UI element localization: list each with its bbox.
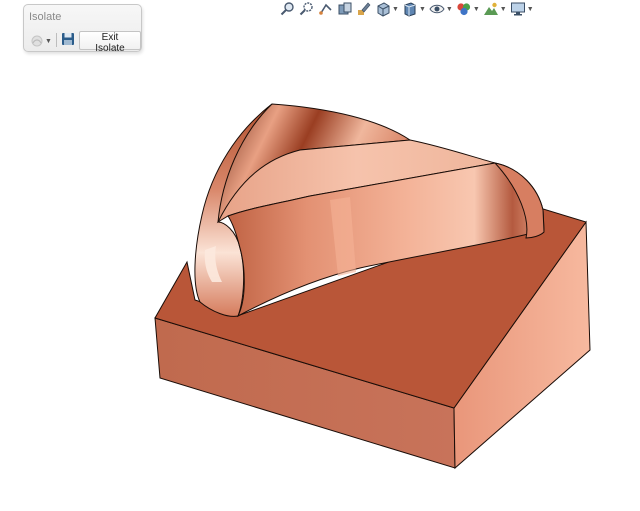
apply-scene-icon (483, 2, 498, 15)
isolate-panel-title: Isolate (29, 11, 62, 23)
hide-show-items-button[interactable]: ▼ (429, 1, 453, 17)
zoom-to-area-button[interactable] (299, 1, 315, 17)
previous-view-icon (319, 3, 332, 15)
exit-isolate-button[interactable]: Exit Isolate (79, 31, 141, 54)
dynamic-annotation-icon (358, 2, 371, 15)
isolate-panel: Isolate ▼ Exit Isolate (23, 4, 142, 54)
section-view-button[interactable] (337, 1, 353, 17)
model-part[interactable] (0, 0, 640, 506)
zoom-to-fit-button[interactable] (280, 1, 296, 17)
chevron-down-icon: ▼ (418, 5, 426, 13)
view-orientation-icon (377, 2, 390, 17)
graphics-viewport[interactable] (0, 0, 640, 506)
zoom-to-area-icon (299, 2, 313, 16)
display-style-button[interactable]: ▼ (402, 1, 426, 17)
section-view-icon (338, 2, 352, 15)
chevron-down-icon: ▼ (445, 5, 453, 13)
hide-show-items-icon (429, 4, 445, 14)
edit-appearance-icon (457, 3, 470, 16)
zoom-to-fit-icon (280, 2, 294, 16)
view-settings-button[interactable]: ▼ (510, 1, 534, 17)
apply-scene-button[interactable]: ▼ (483, 1, 507, 17)
chevron-down-icon: ▼ (45, 37, 52, 45)
chevron-down-icon: ▼ (499, 5, 507, 13)
toolbar-divider (56, 33, 57, 47)
previous-view-button[interactable] (318, 1, 334, 17)
heads-up-view-toolbar: ▼ ▼ ▼ ▼ ▼ ▼ (280, 0, 537, 18)
chevron-down-icon: ▼ (526, 5, 534, 13)
isolate-visibility-dropdown[interactable]: ▼ (29, 31, 53, 51)
visibility-icon (31, 35, 43, 47)
display-style-icon (404, 2, 416, 17)
chevron-down-icon: ▼ (392, 5, 399, 13)
save-display-state-icon[interactable] (61, 32, 75, 46)
view-settings-icon (510, 2, 525, 16)
dynamic-annotation-button[interactable] (356, 1, 372, 17)
edit-appearance-button[interactable]: ▼ (456, 1, 480, 17)
chevron-down-icon: ▼ (472, 5, 480, 13)
view-orientation-button[interactable]: ▼ (375, 1, 399, 17)
